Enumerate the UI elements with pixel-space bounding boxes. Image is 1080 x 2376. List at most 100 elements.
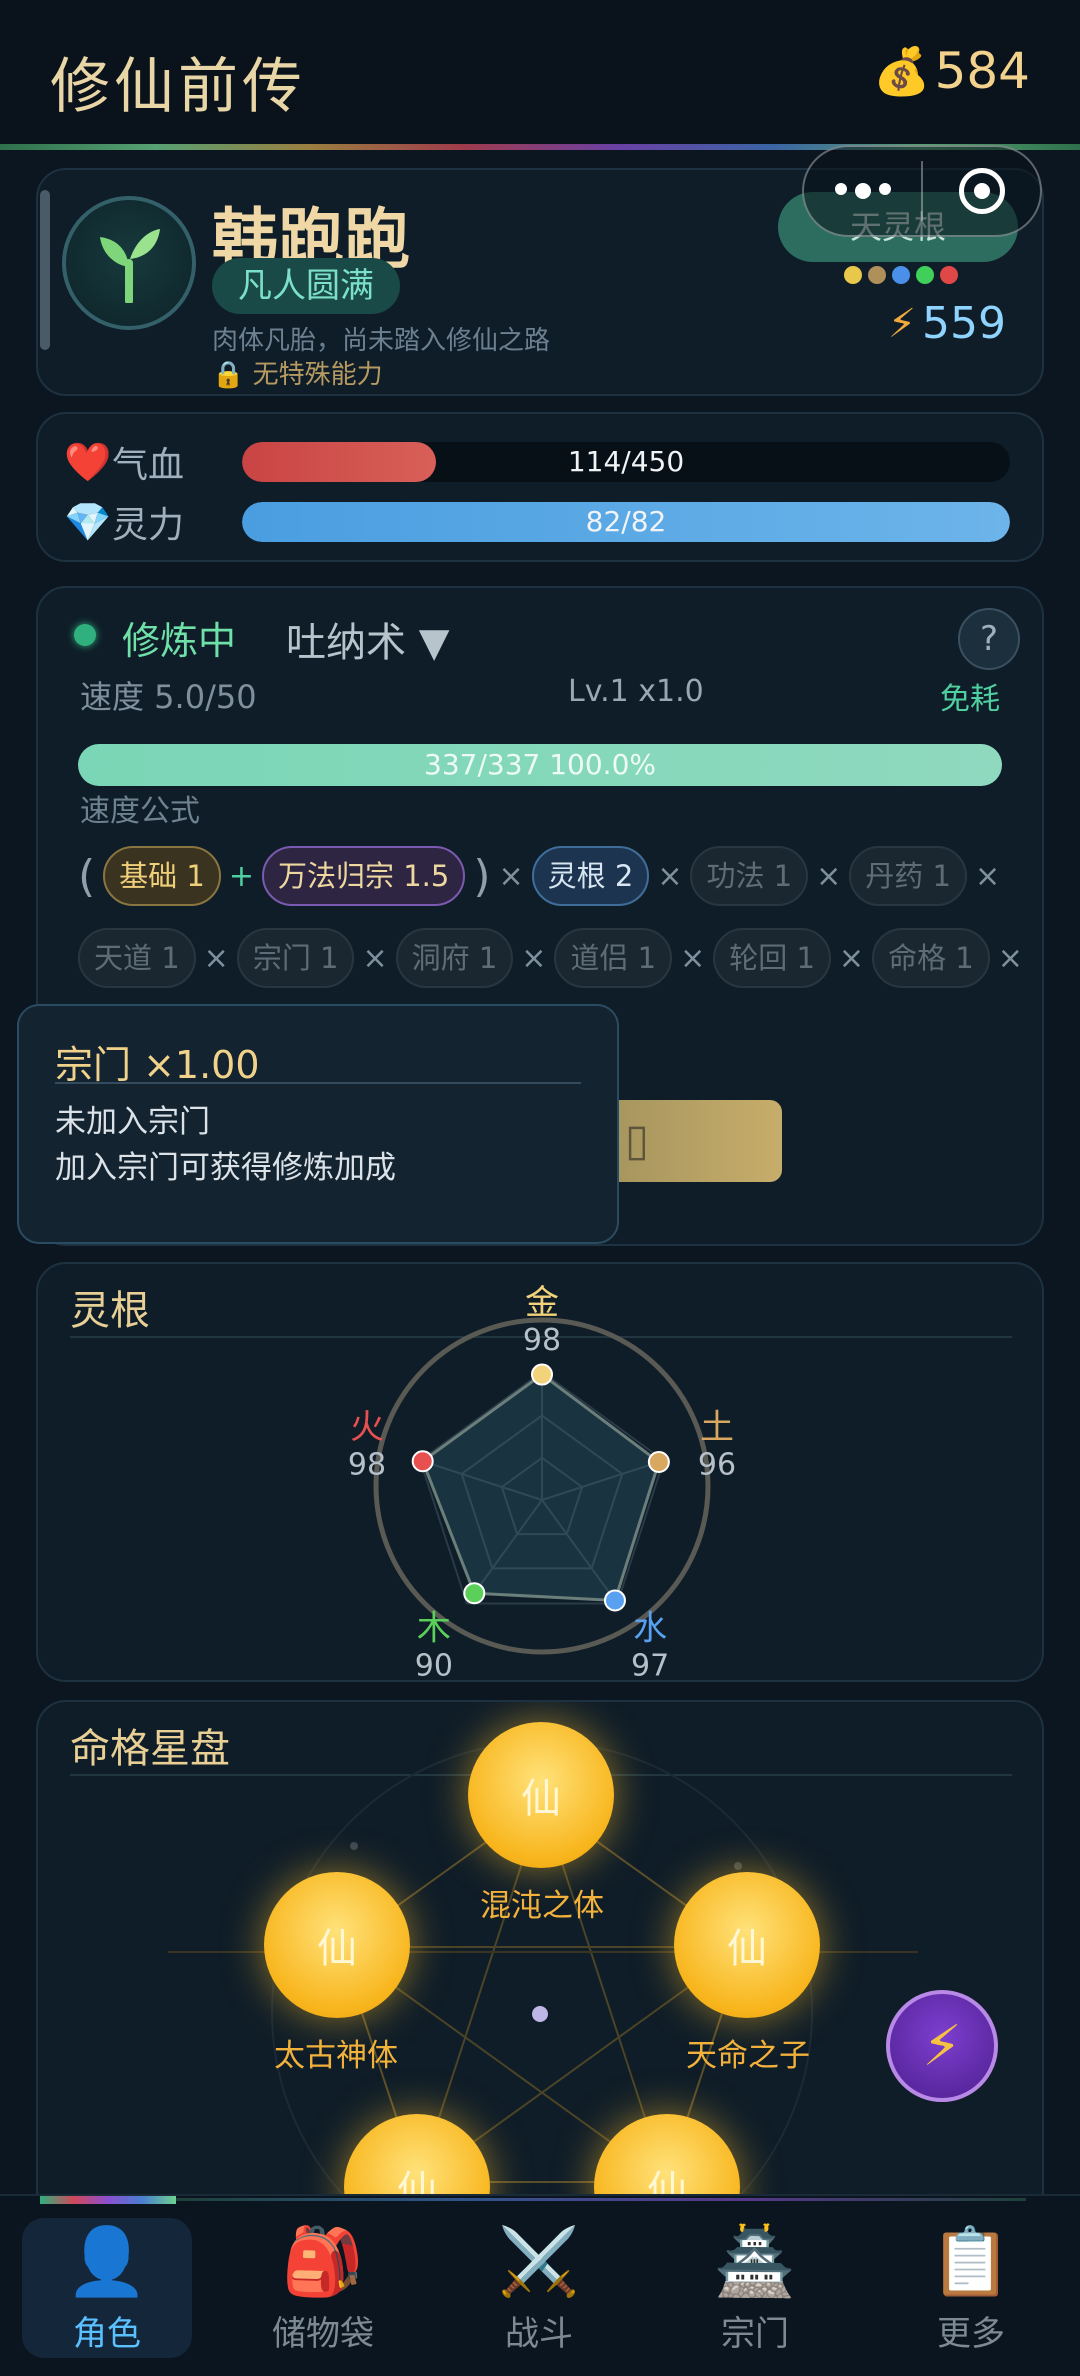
tab-label: 更多 — [937, 2314, 1005, 2354]
more-dots-icon — [834, 183, 891, 199]
more-menu-button[interactable] — [804, 147, 921, 235]
radar-element-value: 98 — [523, 1323, 561, 1358]
radar-element-value: 97 — [631, 1649, 669, 1684]
mingge-chip[interactable]: 命格 1 — [872, 928, 990, 988]
help-button[interactable]: ? — [958, 608, 1020, 670]
root-color-dots — [844, 266, 958, 284]
tooltip-line-1: 未加入宗门 — [55, 1104, 210, 1140]
radar-element-label: 土 — [700, 1407, 734, 1447]
hp-label: 气血 — [112, 445, 185, 486]
miniprogram-capsule — [802, 145, 1042, 237]
mp-bar: 82/82 — [242, 502, 1010, 542]
formula-row-1: ( 基础 1 + 万法归宗 1.5 ) × 灵根 2 × 功法 1 × 丹药 1… — [78, 846, 1018, 906]
radar-element-value: 96 — [698, 1447, 736, 1482]
tab-character[interactable]: 👤 角色 — [22, 2218, 192, 2358]
danyao-chip[interactable]: 丹药 1 — [849, 846, 967, 906]
root-dot — [940, 266, 958, 284]
cultivation-status: 修炼中 — [122, 619, 237, 663]
radar-point-0 — [531, 1363, 553, 1386]
person-icon: 👤 — [65, 2223, 149, 2300]
plus-sign: + — [228, 858, 254, 894]
dongfu-chip[interactable]: 洞府 1 — [395, 928, 514, 988]
radar-element-value: 90 — [415, 1649, 453, 1684]
star-orb-hundun[interactable]: 仙 — [468, 1722, 614, 1868]
profile-accent-bar — [40, 190, 50, 350]
tooltip-divider — [55, 1082, 581, 1084]
lunhui-chip[interactable]: 轮回 1 — [713, 928, 831, 988]
realm-badge: 凡人圆满 — [212, 258, 400, 314]
status-indicator — [74, 624, 96, 646]
close-paren: ) — [473, 850, 491, 902]
ability-label: 无特殊能力 — [252, 360, 383, 390]
target-icon — [958, 168, 1005, 214]
avatar[interactable] — [62, 196, 196, 330]
radar-element-label: 火 — [350, 1407, 384, 1447]
tab-more[interactable]: 📋 更多 — [886, 2218, 1056, 2358]
tab-sect[interactable]: 🏯 宗门 — [670, 2218, 840, 2358]
energy-counter: ⚡ 559 — [888, 298, 1006, 349]
sect-tooltip: 宗门 ×1.00 未加入宗门 加入宗门可获得修炼加成 — [17, 1004, 619, 1244]
app-header: 修仙前传 💰 584 — [0, 0, 1080, 146]
times-sign: × — [680, 940, 706, 976]
times-sign: × — [362, 940, 388, 976]
sprout-icon — [100, 229, 160, 303]
open-paren: ( — [78, 850, 96, 902]
energy-value: 559 — [922, 298, 1006, 349]
close-miniprogram-button[interactable] — [923, 147, 1040, 235]
speed-text: 速度 5.0/50 — [80, 678, 257, 716]
mp-label: 灵力 — [112, 505, 185, 546]
times-sign: × — [816, 858, 842, 894]
player-description: 肉体凡胎，尚未踏入修仙之路 — [212, 326, 551, 356]
root-dot — [892, 266, 910, 284]
lightning-icon: ⚡ — [887, 300, 917, 347]
tab-battle[interactable]: ⚔️ 战斗 — [454, 2218, 624, 2358]
bottom-tab-bar: 👤 角色 🎒 储物袋 ⚔️ 战斗 🏯 宗门 📋 更多 — [0, 2194, 1080, 2376]
lock-icon: 🔒 — [212, 360, 245, 390]
quick-action-button[interactable]: ⚡ — [886, 1990, 998, 2102]
backpack-icon: 🎒 — [281, 2223, 365, 2300]
radar-element-value: 98 — [348, 1447, 386, 1482]
diamond-icon: 💎 — [64, 499, 112, 544]
progress-text: 337/337 100.0% — [424, 748, 656, 781]
lightning-icon: ⚡ — [922, 2013, 962, 2079]
technique-dropdown[interactable]: 吐纳术 ▼ — [286, 610, 449, 668]
base-chip[interactable]: 基础 1 — [103, 846, 221, 906]
radar-shape — [420, 1372, 661, 1603]
cost-text: 免耗 — [940, 682, 1000, 717]
hp-bar: 114/450 — [242, 442, 1010, 482]
times-sign: × — [521, 940, 547, 976]
tooltip-line-2: 加入宗门可获得修炼加成 — [55, 1150, 396, 1186]
zongmen-chip[interactable]: 宗门 1 — [236, 928, 355, 988]
tiandao-chip[interactable]: 天道 1 — [78, 928, 196, 988]
tab-label: 战斗 — [505, 2314, 573, 2354]
pagoda-icon: 🏯 — [713, 2223, 797, 2300]
times-sign: × — [498, 858, 524, 894]
tab-accent-strip — [40, 2196, 176, 2204]
times-sign: × — [657, 858, 683, 894]
root-dot — [916, 266, 934, 284]
wanfa-chip[interactable]: 万法归宗 1.5 — [261, 846, 466, 906]
hp-value: 114/450 — [567, 445, 685, 478]
linggen-chip[interactable]: 灵根 2 — [531, 846, 650, 906]
radar-point-3 — [463, 1582, 486, 1605]
app-title: 修仙前传 — [50, 52, 306, 122]
times-sign: × — [838, 940, 865, 976]
star-orb-tianming[interactable]: 仙 — [674, 1872, 820, 2018]
orb-label-tianming: 天命之子 — [686, 2038, 810, 2074]
daolv-chip[interactable]: 道侣 1 — [554, 928, 673, 988]
radar-element-label: 水 — [633, 1609, 667, 1649]
formula-row-2: 天道 1 × 宗门 1 × 洞府 1 × 道侣 1 × 轮回 1 × 命格 1 … — [78, 928, 1023, 988]
times-sign: × — [997, 940, 1023, 976]
orb-label-hundun: 混沌之体 — [480, 1888, 604, 1924]
tab-inventory[interactable]: 🎒 储物袋 — [238, 2218, 408, 2358]
coin-value: 584 — [934, 42, 1030, 100]
gongfa-chip[interactable]: 功法 1 — [690, 846, 809, 906]
coin-counter: 💰 584 — [873, 42, 1030, 100]
star-orb-taigu[interactable]: 仙 — [264, 1872, 410, 2018]
radar-point-2 — [603, 1589, 626, 1612]
money-bag-icon: 💰 — [873, 43, 931, 98]
level-text: Lv.1 x1.0 — [568, 674, 704, 709]
radar-point-4 — [411, 1450, 434, 1473]
formula-label: 速度公式 — [80, 794, 200, 829]
spirit-root-card: 灵根 金 98 土 96 水 97 木 90 火 98 — [36, 1262, 1044, 1684]
